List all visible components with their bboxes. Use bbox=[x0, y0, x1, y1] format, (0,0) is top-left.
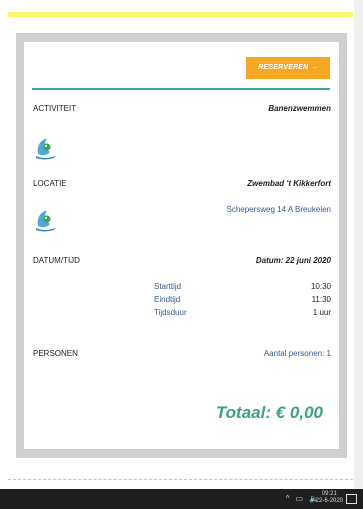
end-time-label: Eindtijd bbox=[154, 295, 181, 304]
frog-logo-icon bbox=[36, 138, 56, 160]
duration-value: 1 uur bbox=[312, 308, 331, 317]
dotted-divider bbox=[8, 479, 353, 481]
total-amount: Totaal: € 0,00 bbox=[215, 403, 323, 422]
activity-label: ACTIVITEIT bbox=[33, 104, 77, 113]
taskbar: ^ ▭ 🔈 09:21 22-6-2020 bbox=[0, 489, 363, 509]
end-time-value: 11:30 bbox=[311, 295, 331, 304]
start-time-label: Starttijd bbox=[154, 282, 182, 291]
network-icon[interactable]: ▭ bbox=[295, 494, 303, 503]
duration-label: Tijdsduur bbox=[154, 308, 187, 317]
notification-icon[interactable] bbox=[346, 494, 357, 504]
location-value: Zwembad 't Kikkerfort bbox=[247, 179, 331, 188]
scrollbar-track[interactable] bbox=[354, 0, 363, 509]
persons-label: PERSONEN bbox=[33, 349, 78, 358]
frog-logo-icon bbox=[36, 210, 56, 232]
activity-value: Banenzwemmen bbox=[268, 104, 331, 113]
top-accent-bar bbox=[8, 12, 353, 17]
chevron-up-icon[interactable]: ^ bbox=[286, 494, 290, 503]
date-value: Datum: 22 juni 2020 bbox=[255, 256, 331, 265]
divider bbox=[32, 88, 330, 90]
clock-date: 22-6-2020 bbox=[315, 498, 343, 504]
start-time-value: 10:30 bbox=[310, 282, 331, 291]
clock[interactable]: 09:21 22-6-2020 bbox=[316, 491, 343, 505]
location-address: Schepersweg 14 A Breukelen bbox=[226, 205, 331, 214]
booking-card: RESERVEREN → ACTIVITEIT Banenzwemmen LOC… bbox=[24, 42, 339, 449]
datetime-label: DATUM/TIJD bbox=[33, 256, 80, 265]
system-tray: ^ ▭ 🔈 bbox=[286, 494, 319, 503]
arrow-right-icon: → bbox=[310, 64, 318, 71]
clock-time: 09:21 bbox=[321, 491, 337, 497]
reserve-button[interactable]: RESERVEREN → bbox=[246, 57, 330, 79]
persons-value: Aantal personen: 1 bbox=[263, 349, 331, 358]
location-label: LOCATIE bbox=[33, 179, 67, 188]
